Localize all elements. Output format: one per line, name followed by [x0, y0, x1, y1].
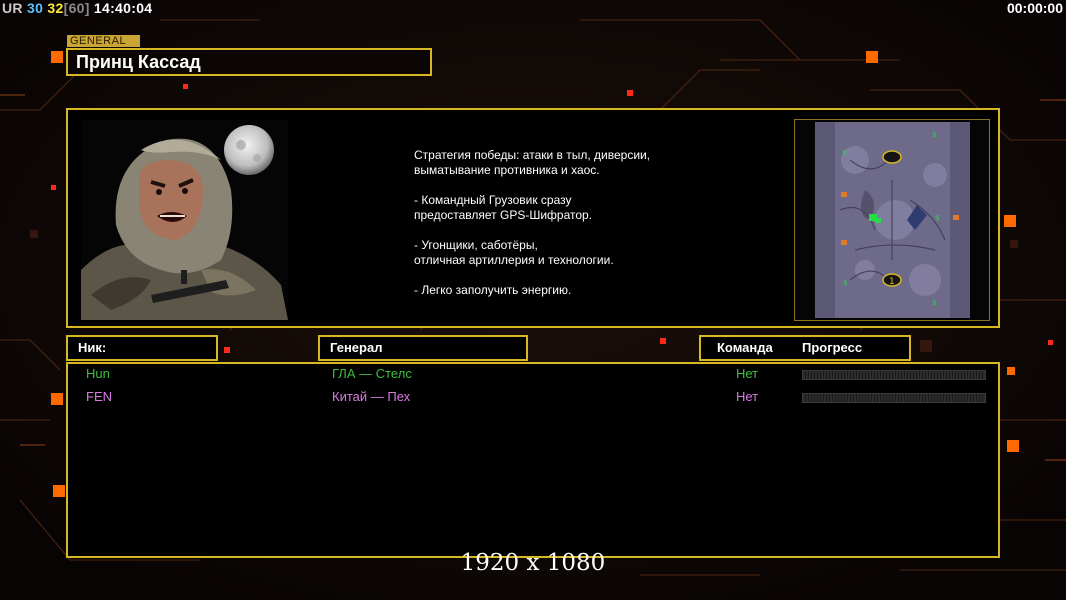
system-clock: 14:40:04: [93, 0, 153, 16]
svg-text:$: $: [932, 299, 936, 307]
general-tag: GENERAL: [67, 35, 140, 47]
svg-text:$: $: [935, 214, 939, 222]
svg-text:$: $: [843, 279, 847, 287]
player-progress-bar: [802, 393, 986, 403]
player-progress-bar: [802, 370, 986, 380]
general-description: Стратегия победы: атаки в тыл, диверсии,…: [414, 148, 651, 297]
game-timer: 00:00:00: [1006, 0, 1063, 16]
ur-label: UR: [2, 0, 23, 16]
player-nick: FEN: [86, 389, 112, 404]
general-column-header: Генерал: [318, 335, 528, 361]
player-team: Нет: [736, 366, 759, 381]
general-info-panel: Стратегия победы: атаки в тыл, диверсии,…: [66, 108, 1000, 328]
player-list: Hun ГЛА — Стелс Нет FEN Китай — Пех Нет: [66, 362, 1000, 558]
fps-average: 32: [47, 0, 64, 16]
team-column-header: Команда: [717, 340, 773, 355]
svg-text:1: 1: [889, 277, 895, 287]
minimap-preview-icon[interactable]: 1 $ $ $ $ $: [794, 119, 990, 321]
general-name: Принц Кассад: [66, 48, 432, 76]
player-row[interactable]: FEN Китай — Пех Нет: [68, 389, 998, 405]
player-row[interactable]: Hun ГЛА — Стелс Нет: [68, 366, 998, 382]
gla-soldier-portrait-icon: [81, 120, 288, 320]
svg-text:$: $: [932, 131, 936, 139]
progress-column-header: Прогресс: [801, 340, 863, 355]
fps-cap: [60]: [63, 0, 90, 16]
nick-column-header: Ник:: [66, 335, 218, 361]
player-nick: Hun: [86, 366, 110, 381]
svg-text:$: $: [842, 149, 846, 157]
player-team: Нет: [736, 389, 759, 404]
player-general: Китай — Пех: [332, 389, 411, 404]
fps-counter: UR 30 32[60] 14:40:04: [2, 0, 152, 16]
team-progress-header: Команда Прогресс: [699, 335, 911, 361]
fps-current: 30: [27, 0, 44, 16]
player-general: ГЛА — Стелс: [332, 366, 412, 381]
resolution-label: 1920 x 1080: [460, 550, 606, 576]
